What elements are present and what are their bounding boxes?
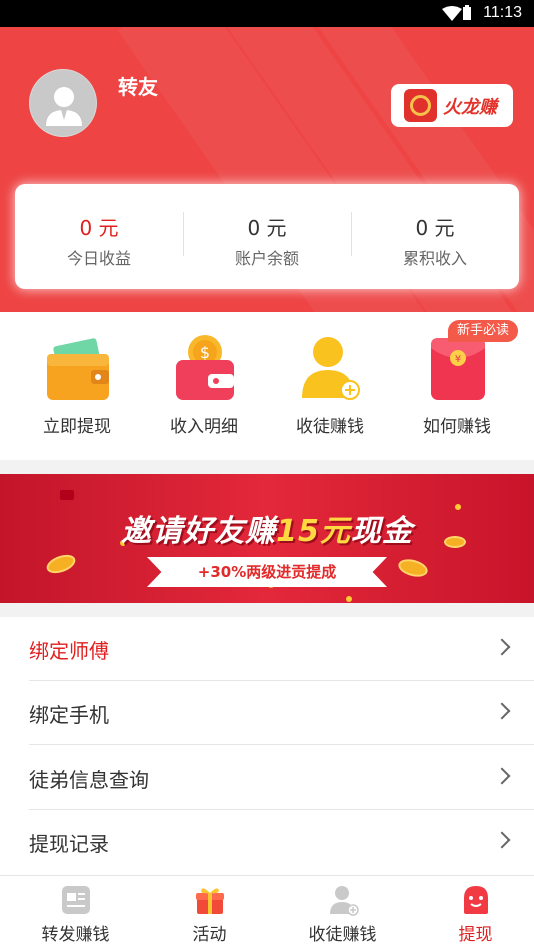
action-income-detail[interactable]: $ 收入明细 <box>141 312 267 460</box>
brand-logo-icon <box>404 89 437 122</box>
invite-banner[interactable]: 邀请好友赚15元现金 +30%两级进贡提成 <box>0 474 534 603</box>
menu-item-withdraw-history[interactable]: 提现记录 <box>0 810 534 874</box>
avatar[interactable] <box>29 69 97 137</box>
menu-item-bind-phone[interactable]: 绑定手机 <box>0 681 534 745</box>
tab-withdraw[interactable]: 提现 <box>409 876 534 949</box>
svg-text:$: $ <box>200 343 210 362</box>
action-label: 立即提现 <box>43 417 111 437</box>
stat-value: 0 元 <box>415 216 455 240</box>
menu-item-label: 绑定师傅 <box>29 639 109 663</box>
stat-label: 累积收入 <box>402 249 467 268</box>
tab-share-earn[interactable]: 转发赚钱 <box>9 876 142 949</box>
people-icon <box>330 886 359 916</box>
tab-label: 活动 <box>192 925 227 945</box>
settings-menu: 绑定师傅 绑定手机 徒弟信息查询 提现记录 <box>0 617 534 875</box>
banner-headline-num: 15元 <box>276 514 351 549</box>
user-avatar-icon <box>46 87 82 126</box>
stat-value: 0 元 <box>247 216 287 240</box>
menu-item-label: 提现记录 <box>29 832 109 856</box>
smiley-wallet-icon <box>464 886 488 914</box>
clock: 11:13 <box>483 4 522 21</box>
chevron-right-icon <box>493 702 511 720</box>
action-withdraw[interactable]: 立即提现 <box>14 312 140 460</box>
tab-activity[interactable]: 活动 <box>143 876 276 949</box>
earnings-card: 0 元 今日收益 0 元 账户余额 0 元 累积收入 <box>15 184 519 289</box>
menu-item-label: 绑定手机 <box>29 703 109 727</box>
coin-purse-icon: $ <box>176 335 234 400</box>
coin-decoration <box>396 556 430 580</box>
username: 转友 <box>118 75 158 99</box>
banner-headline-pre: 邀请好友赚 <box>121 514 277 549</box>
banner-headline-post: 现金 <box>350 514 413 549</box>
coin-decoration <box>44 551 78 577</box>
action-label: 收入明细 <box>170 417 238 437</box>
divider <box>29 744 534 745</box>
battery-icon <box>463 5 471 20</box>
status-bar: 11:13 <box>0 0 534 27</box>
gift-icon <box>196 888 224 914</box>
brand-badge: 火龙赚 <box>391 84 513 127</box>
profile-header: 转友 火龙赚 0 元 今日收益 0 元 账户余额 0 元 累积收入 <box>0 27 534 312</box>
wifi-icon <box>442 6 462 21</box>
svg-text:¥: ¥ <box>455 354 461 365</box>
tab-label: 提现 <box>458 925 493 945</box>
add-user-icon <box>302 337 360 400</box>
stat-value: 0 元 <box>79 216 119 240</box>
menu-item-apprentice-info[interactable]: 徒弟信息查询 <box>0 746 534 810</box>
banner-ribbon: +30%两级进贡提成 <box>147 557 387 587</box>
stat-label: 账户余额 <box>234 249 299 268</box>
tab-label: 转发赚钱 <box>41 925 110 945</box>
newbie-badge: 新手必读 <box>448 320 518 342</box>
banner-headline: 邀请好友赚15元现金 <box>0 506 534 550</box>
quick-actions: 立即提现 $ 收入明细 收徒赚钱 ¥ 如何赚钱 新手必读 <box>0 312 534 460</box>
action-label: 收徒赚钱 <box>296 417 364 437</box>
stat-total[interactable]: 0 元 累积收入 <box>351 184 519 289</box>
brand-name: 火龙赚 <box>443 97 497 118</box>
tab-recruit[interactable]: 收徒赚钱 <box>276 876 409 949</box>
article-icon <box>62 886 90 914</box>
confetti-dot <box>346 596 352 602</box>
wallet-icon <box>47 338 109 400</box>
stat-label: 今日收益 <box>66 249 131 268</box>
bottom-tab-bar: 转发赚钱 活动 收徒赚钱 提现 <box>0 875 534 949</box>
action-label: 如何赚钱 <box>423 417 491 437</box>
menu-item-bind-master[interactable]: 绑定师傅 <box>0 617 534 681</box>
menu-item-label: 徒弟信息查询 <box>29 768 149 792</box>
stat-balance[interactable]: 0 元 账户余额 <box>183 184 351 289</box>
red-envelope-icon: ¥ <box>431 338 485 400</box>
tab-label: 收徒赚钱 <box>308 925 377 945</box>
chevron-right-icon <box>493 638 511 656</box>
stat-today[interactable]: 0 元 今日收益 <box>15 184 183 289</box>
confetti-dot <box>60 490 74 500</box>
chevron-right-icon <box>493 831 511 849</box>
chevron-right-icon <box>493 767 511 785</box>
action-recruit[interactable]: 收徒赚钱 <box>267 312 393 460</box>
